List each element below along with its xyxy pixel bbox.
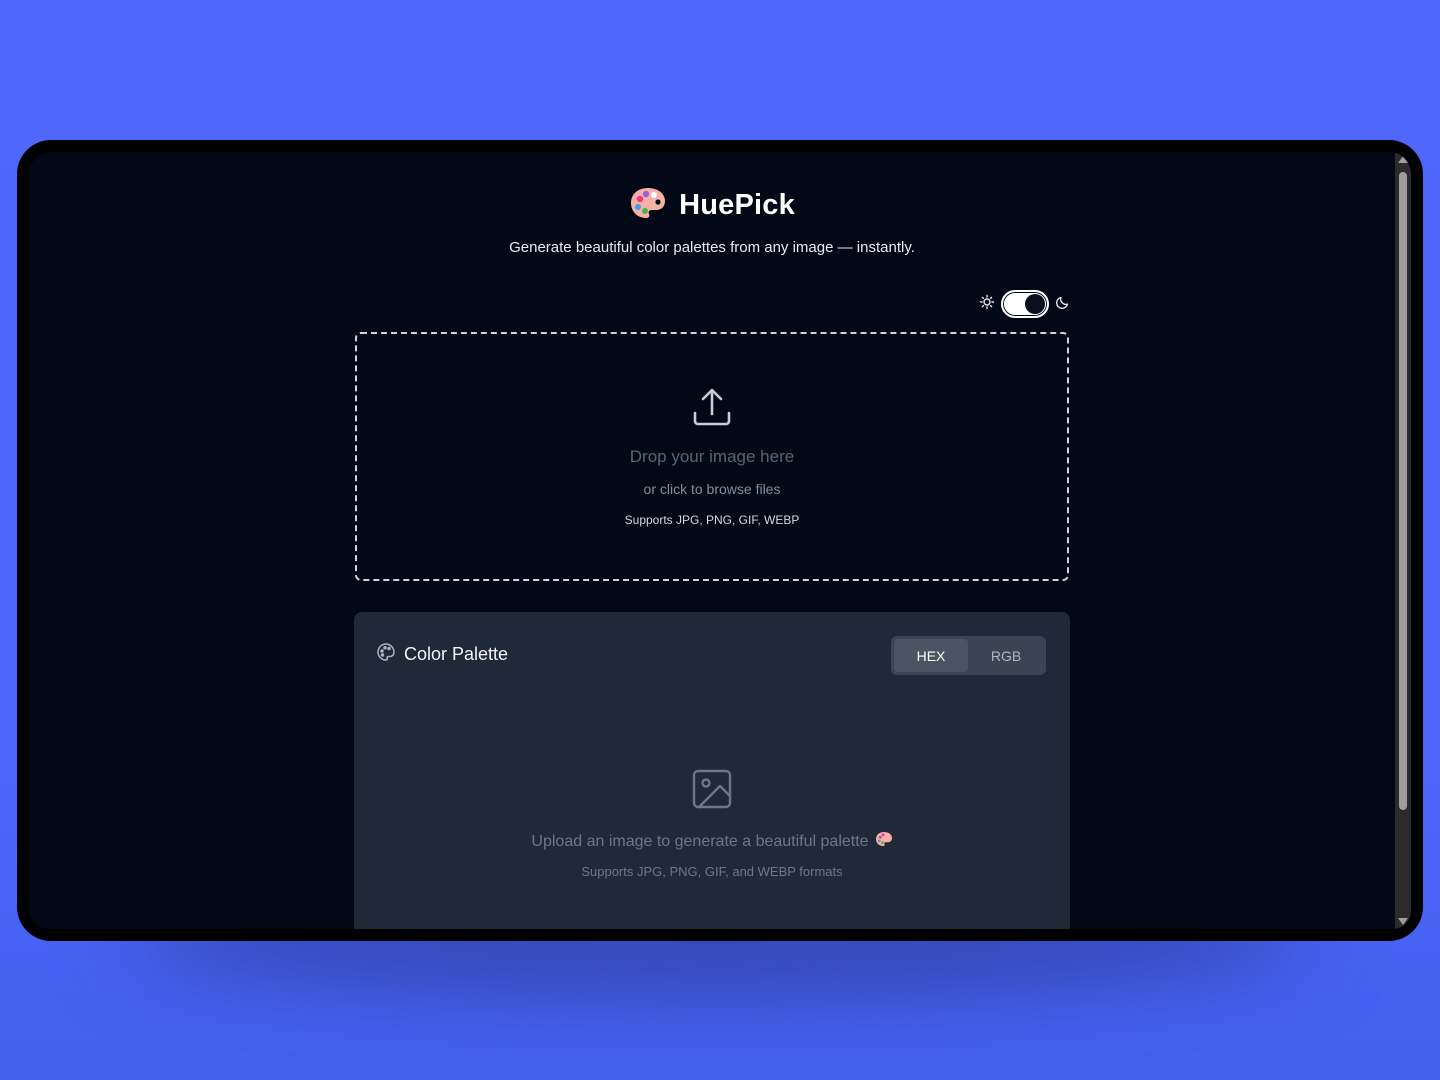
- app-screen: HuePick Generate beautiful color palette…: [29, 152, 1411, 929]
- color-format-switch: HEX RGB: [891, 636, 1046, 675]
- format-rgb-button[interactable]: RGB: [970, 639, 1042, 672]
- app-title: HuePick: [679, 189, 795, 221]
- format-hex-button[interactable]: HEX: [894, 639, 968, 672]
- palette-icon: [629, 186, 667, 225]
- scroll-up-arrow-icon[interactable]: [1398, 156, 1408, 163]
- palette-empty-state: Upload an image to generate a beautiful …: [354, 768, 1070, 879]
- brand: HuePick: [629, 186, 795, 225]
- theme-toggle-row: [979, 289, 1071, 319]
- empty-state-title-row: Upload an image to generate a beautiful …: [531, 831, 892, 852]
- image-dropzone[interactable]: Drop your image here or click to browse …: [355, 332, 1069, 581]
- palette-header: Color Palette: [376, 642, 508, 667]
- empty-state-title: Upload an image to generate a beautiful …: [531, 832, 869, 850]
- upload-icon: [691, 386, 733, 433]
- dropzone-title: Drop your image here: [629, 447, 795, 466]
- dropzone-formats: Supports JPG, PNG, GIF, WEBP: [624, 513, 800, 527]
- app-tagline: Generate beautiful color palettes from a…: [509, 239, 915, 256]
- scroll-thumb[interactable]: [1399, 172, 1407, 810]
- palette-card: Color Palette HEX RGB Upload an image to…: [354, 612, 1070, 929]
- dropzone-subtitle: or click to browse files: [643, 481, 781, 497]
- device-frame: HuePick Generate beautiful color palette…: [17, 140, 1423, 941]
- sun-icon: [979, 294, 995, 315]
- theme-toggle-knob: [1025, 294, 1045, 314]
- palette-emoji-icon: [875, 831, 893, 852]
- palette-title: Color Palette: [404, 644, 509, 664]
- theme-toggle[interactable]: [1001, 290, 1049, 318]
- palette-outline-icon: [376, 642, 396, 667]
- scroll-down-arrow-icon[interactable]: [1398, 918, 1408, 925]
- moon-icon: [1055, 294, 1071, 315]
- image-icon: [691, 769, 733, 814]
- scrollbar[interactable]: [1395, 152, 1411, 929]
- empty-state-subtitle: Supports JPG, PNG, GIF, and WEBP formats: [581, 864, 843, 879]
- app-header: HuePick Generate beautiful color palette…: [29, 186, 1395, 256]
